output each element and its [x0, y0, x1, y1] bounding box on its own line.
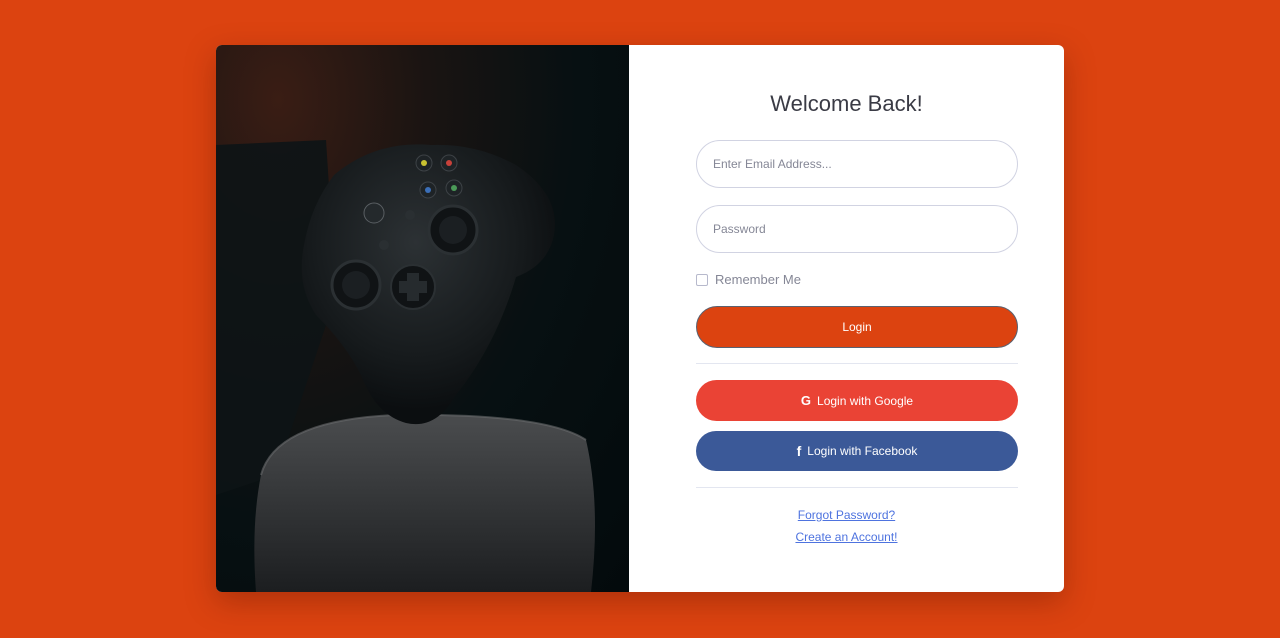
login-facebook-button[interactable]: f Login with Facebook	[696, 431, 1018, 471]
divider	[696, 487, 1018, 488]
remember-me-checkbox[interactable]	[696, 273, 708, 286]
login-facebook-label: Login with Facebook	[807, 444, 918, 458]
login-button-label: Login	[842, 320, 872, 334]
login-google-label: Login with Google	[817, 393, 914, 408]
login-form: Welcome Back! Remember Me Login G Login …	[629, 45, 1064, 592]
google-icon: G	[800, 393, 812, 408]
password-input[interactable]	[696, 205, 1018, 253]
login-button[interactable]: Login	[696, 306, 1018, 348]
email-input[interactable]	[696, 140, 1018, 188]
facebook-icon: f	[796, 443, 802, 459]
create-account-link[interactable]: Create an Account!	[629, 530, 1064, 544]
divider	[696, 363, 1018, 364]
login-card: Welcome Back! Remember Me Login G Login …	[216, 45, 1064, 592]
page-title: Welcome Back!	[770, 91, 923, 116]
login-google-button[interactable]: G Login with Google	[696, 380, 1018, 421]
game-controller-photo	[216, 45, 629, 592]
remember-me[interactable]: Remember Me	[696, 272, 801, 287]
forgot-password-link[interactable]: Forgot Password?	[629, 508, 1064, 522]
remember-me-label: Remember Me	[715, 272, 801, 287]
